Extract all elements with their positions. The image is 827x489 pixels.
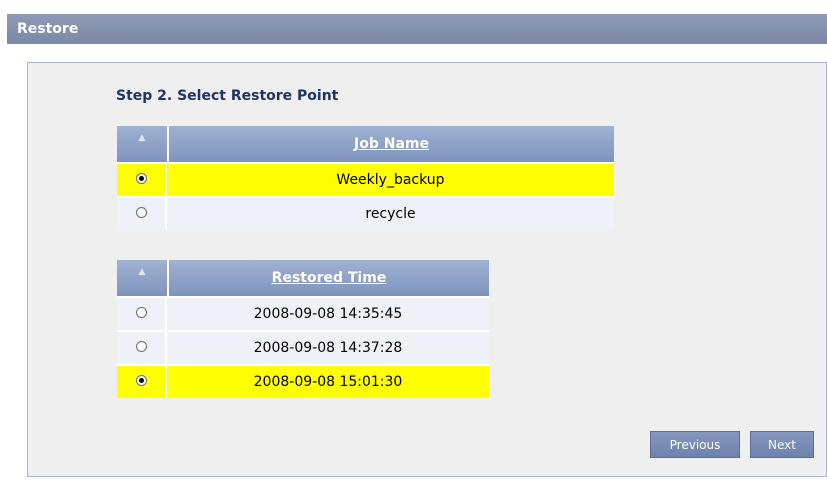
window-title: Restore bbox=[7, 14, 827, 44]
restored-time-table: ▲ Restored Time 2008-09-08 14:35:45 2008… bbox=[117, 260, 489, 398]
job-row[interactable]: Weekly_backup bbox=[117, 162, 614, 196]
restored-time-sort-link[interactable]: Restored Time bbox=[272, 270, 387, 286]
previous-button[interactable]: Previous bbox=[650, 431, 740, 458]
top-strip bbox=[7, 0, 827, 14]
restore-panel: Step 2. Select Restore Point ▲ Job Name bbox=[27, 62, 827, 477]
job-radio-cell bbox=[117, 196, 167, 230]
job-radio-weekly-backup[interactable] bbox=[135, 173, 147, 184]
time-radio-1[interactable] bbox=[135, 307, 147, 318]
sort-ascending-icon[interactable]: ▲ bbox=[139, 267, 146, 277]
restored-time-cell: 2008-09-08 14:37:28 bbox=[167, 330, 489, 364]
restored-time-cell: 2008-09-08 14:35:45 bbox=[167, 296, 489, 330]
job-radio-cell bbox=[117, 162, 167, 196]
time-row[interactable]: 2008-09-08 14:35:45 bbox=[117, 296, 489, 330]
job-name-sort-link[interactable]: Job Name bbox=[354, 136, 429, 152]
step-title: Step 2. Select Restore Point bbox=[116, 88, 339, 104]
job-table-header-row: ▲ Job Name bbox=[117, 126, 614, 162]
time-radio-cell bbox=[117, 364, 167, 398]
job-table: ▲ Job Name Weekly_backup recycle bbox=[117, 126, 614, 230]
time-sort-header[interactable]: ▲ bbox=[117, 260, 167, 296]
job-sort-header[interactable]: ▲ bbox=[117, 126, 167, 162]
time-row[interactable]: 2008-09-08 15:01:30 bbox=[117, 364, 489, 398]
job-name-cell: recycle bbox=[167, 196, 614, 230]
time-radio-cell bbox=[117, 330, 167, 364]
restored-time-cell: 2008-09-08 15:01:30 bbox=[167, 364, 489, 398]
sort-ascending-icon[interactable]: ▲ bbox=[139, 133, 146, 143]
time-table-header-row: ▲ Restored Time bbox=[117, 260, 489, 296]
restored-time-header[interactable]: Restored Time bbox=[167, 260, 489, 296]
job-name-header[interactable]: Job Name bbox=[167, 126, 614, 162]
job-name-cell: Weekly_backup bbox=[167, 162, 614, 196]
restore-window: Restore Step 2. Select Restore Point ▲ J… bbox=[7, 0, 827, 489]
time-radio-3[interactable] bbox=[135, 375, 147, 386]
time-radio-2[interactable] bbox=[135, 341, 147, 352]
time-radio-cell bbox=[117, 296, 167, 330]
time-row[interactable]: 2008-09-08 14:37:28 bbox=[117, 330, 489, 364]
next-button[interactable]: Next bbox=[750, 431, 814, 458]
job-row[interactable]: recycle bbox=[117, 196, 614, 230]
job-radio-recycle[interactable] bbox=[135, 207, 147, 218]
